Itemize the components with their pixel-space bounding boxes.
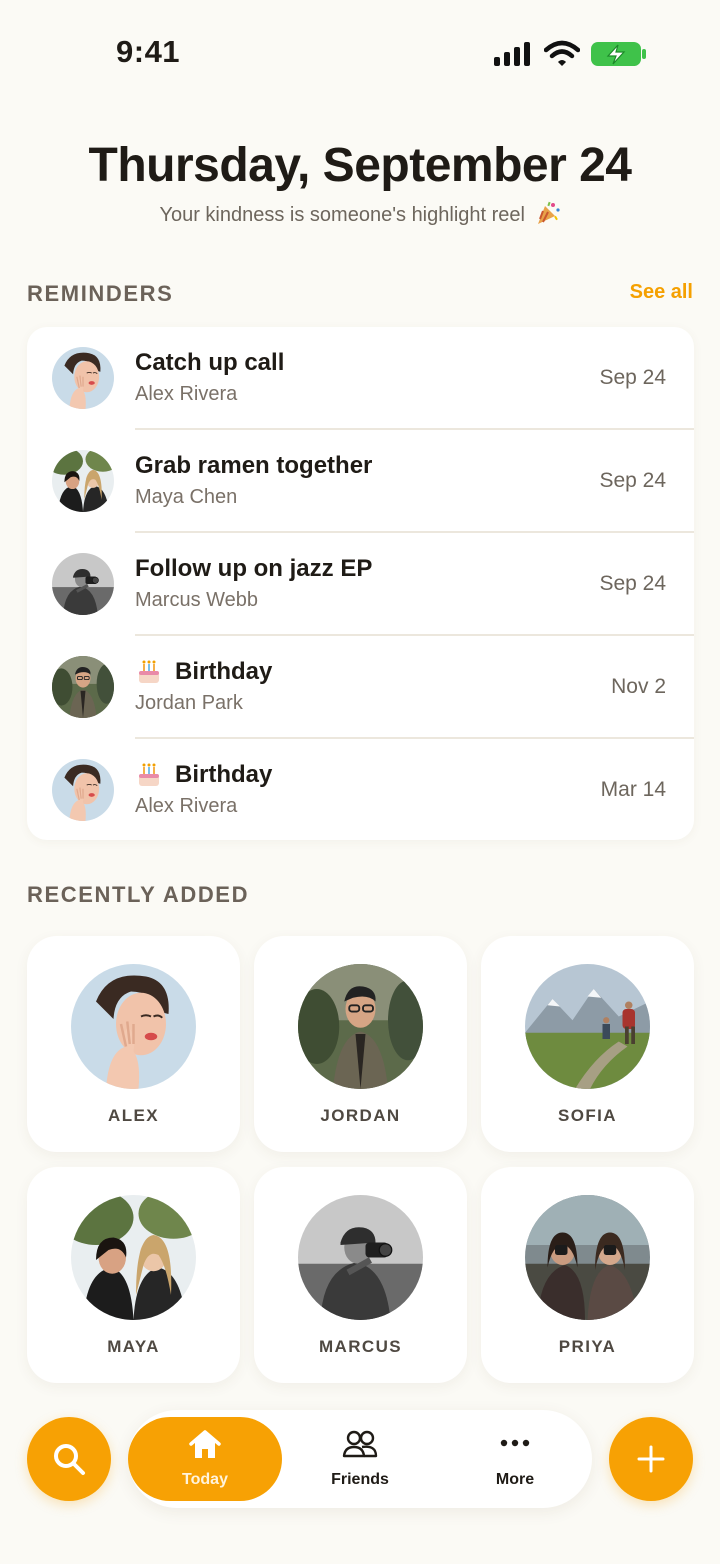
friend-card-alex[interactable]: ALEX bbox=[27, 936, 240, 1152]
cellular-signal-icon bbox=[494, 42, 530, 66]
friend-card-marcus[interactable]: MARCUS bbox=[254, 1167, 467, 1383]
jordan-photo bbox=[298, 964, 423, 1089]
search-icon bbox=[54, 1444, 85, 1475]
marcus-photo bbox=[298, 1195, 423, 1320]
reminder-date: Sep 24 bbox=[599, 572, 666, 595]
recently-added-section-title: RECENTLY ADDED bbox=[27, 882, 250, 907]
friend-name: PRIYA bbox=[558, 1337, 617, 1356]
reminder-row[interactable]: Catch up call Alex Rivera Sep 24 bbox=[27, 327, 694, 430]
alex-photo bbox=[71, 964, 196, 1089]
party-popper-icon bbox=[537, 201, 560, 224]
reminder-title: Birthday bbox=[135, 658, 272, 686]
add-button[interactable] bbox=[609, 1417, 693, 1501]
reminder-row[interactable]: Birthday Jordan Park Nov 2 bbox=[27, 636, 694, 739]
alex-avatar bbox=[52, 347, 114, 409]
friend-card-maya[interactable]: MAYA bbox=[27, 1167, 240, 1383]
reminder-row[interactable]: Follow up on jazz EP Marcus Webb Sep 24 bbox=[27, 533, 694, 636]
tab-label: More bbox=[495, 1471, 535, 1488]
friend-name: MARCUS bbox=[318, 1337, 402, 1356]
jordan-avatar bbox=[52, 656, 114, 718]
reminder-contact: Maya Chen bbox=[135, 486, 238, 508]
reminder-contact: Alex Rivera bbox=[135, 383, 238, 405]
subtitle-text: Your kindness is someone's highlight ree… bbox=[159, 204, 525, 226]
reminder-contact: Jordan Park bbox=[135, 692, 243, 714]
maya-avatar bbox=[52, 450, 114, 512]
home-icon bbox=[189, 1430, 221, 1458]
birthday-cake-icon bbox=[139, 763, 159, 786]
friends-icon bbox=[342, 1430, 378, 1458]
reminder-row[interactable]: Birthday Alex Rivera Mar 14 bbox=[27, 739, 694, 842]
reminder-date: Nov 2 bbox=[611, 675, 666, 698]
tab-bar: Today Friends More bbox=[128, 1410, 592, 1508]
alex-avatar bbox=[52, 759, 114, 821]
wifi-icon bbox=[544, 40, 580, 66]
plus-icon bbox=[637, 1445, 665, 1473]
tab-today[interactable]: Today bbox=[128, 1417, 282, 1501]
page-title: Thursday, September 24 bbox=[88, 139, 632, 192]
marcus-avatar bbox=[52, 553, 114, 615]
maya-photo bbox=[71, 1195, 196, 1320]
reminders-section-title: REMINDERS bbox=[27, 281, 174, 306]
tab-label: Friends bbox=[331, 1471, 389, 1488]
birthday-cake-icon bbox=[139, 660, 159, 683]
page-subtitle: Your kindness is someone's highlight ree… bbox=[0, 200, 720, 227]
reminder-title: Birthday bbox=[135, 761, 272, 789]
reminder-contact: Marcus Webb bbox=[135, 589, 259, 611]
friend-name: SOFIA bbox=[558, 1106, 617, 1125]
tab-friends[interactable]: Friends bbox=[283, 1417, 437, 1501]
reminder-row[interactable]: Grab ramen together Maya Chen Sep 24 bbox=[27, 430, 694, 533]
status-bar: 9:41 bbox=[0, 0, 720, 100]
reminder-title: Catch up call bbox=[135, 349, 285, 376]
reminders-card: Catch up call Alex Rivera Sep 24 Grab ra… bbox=[27, 327, 694, 840]
more-dots-icon bbox=[500, 1439, 530, 1447]
battery-charging-icon bbox=[591, 42, 646, 66]
sofia-photo bbox=[525, 964, 650, 1089]
reminder-date: Mar 14 bbox=[600, 778, 666, 801]
reminder-date: Sep 24 bbox=[599, 366, 666, 389]
reminder-title: Grab ramen together bbox=[135, 452, 373, 479]
search-button[interactable] bbox=[27, 1417, 111, 1501]
reminder-date: Sep 24 bbox=[599, 469, 666, 492]
tab-label: Today bbox=[182, 1471, 228, 1488]
friend-card-sofia[interactable]: SOFIA bbox=[481, 936, 694, 1152]
tab-more[interactable]: More bbox=[438, 1417, 592, 1501]
friend-card-priya[interactable]: PRIYA bbox=[481, 1167, 694, 1383]
see-all-link[interactable]: See all bbox=[630, 281, 693, 304]
friend-name: MAYA bbox=[107, 1337, 160, 1356]
friend-name: ALEX bbox=[108, 1106, 159, 1125]
priya-photo bbox=[525, 1195, 650, 1320]
status-time: 9:41 bbox=[116, 34, 181, 69]
friend-card-jordan[interactable]: JORDAN bbox=[254, 936, 467, 1152]
friend-name: JORDAN bbox=[320, 1106, 401, 1125]
reminder-title: Follow up on jazz EP bbox=[135, 555, 373, 582]
reminder-contact: Alex Rivera bbox=[135, 795, 238, 817]
